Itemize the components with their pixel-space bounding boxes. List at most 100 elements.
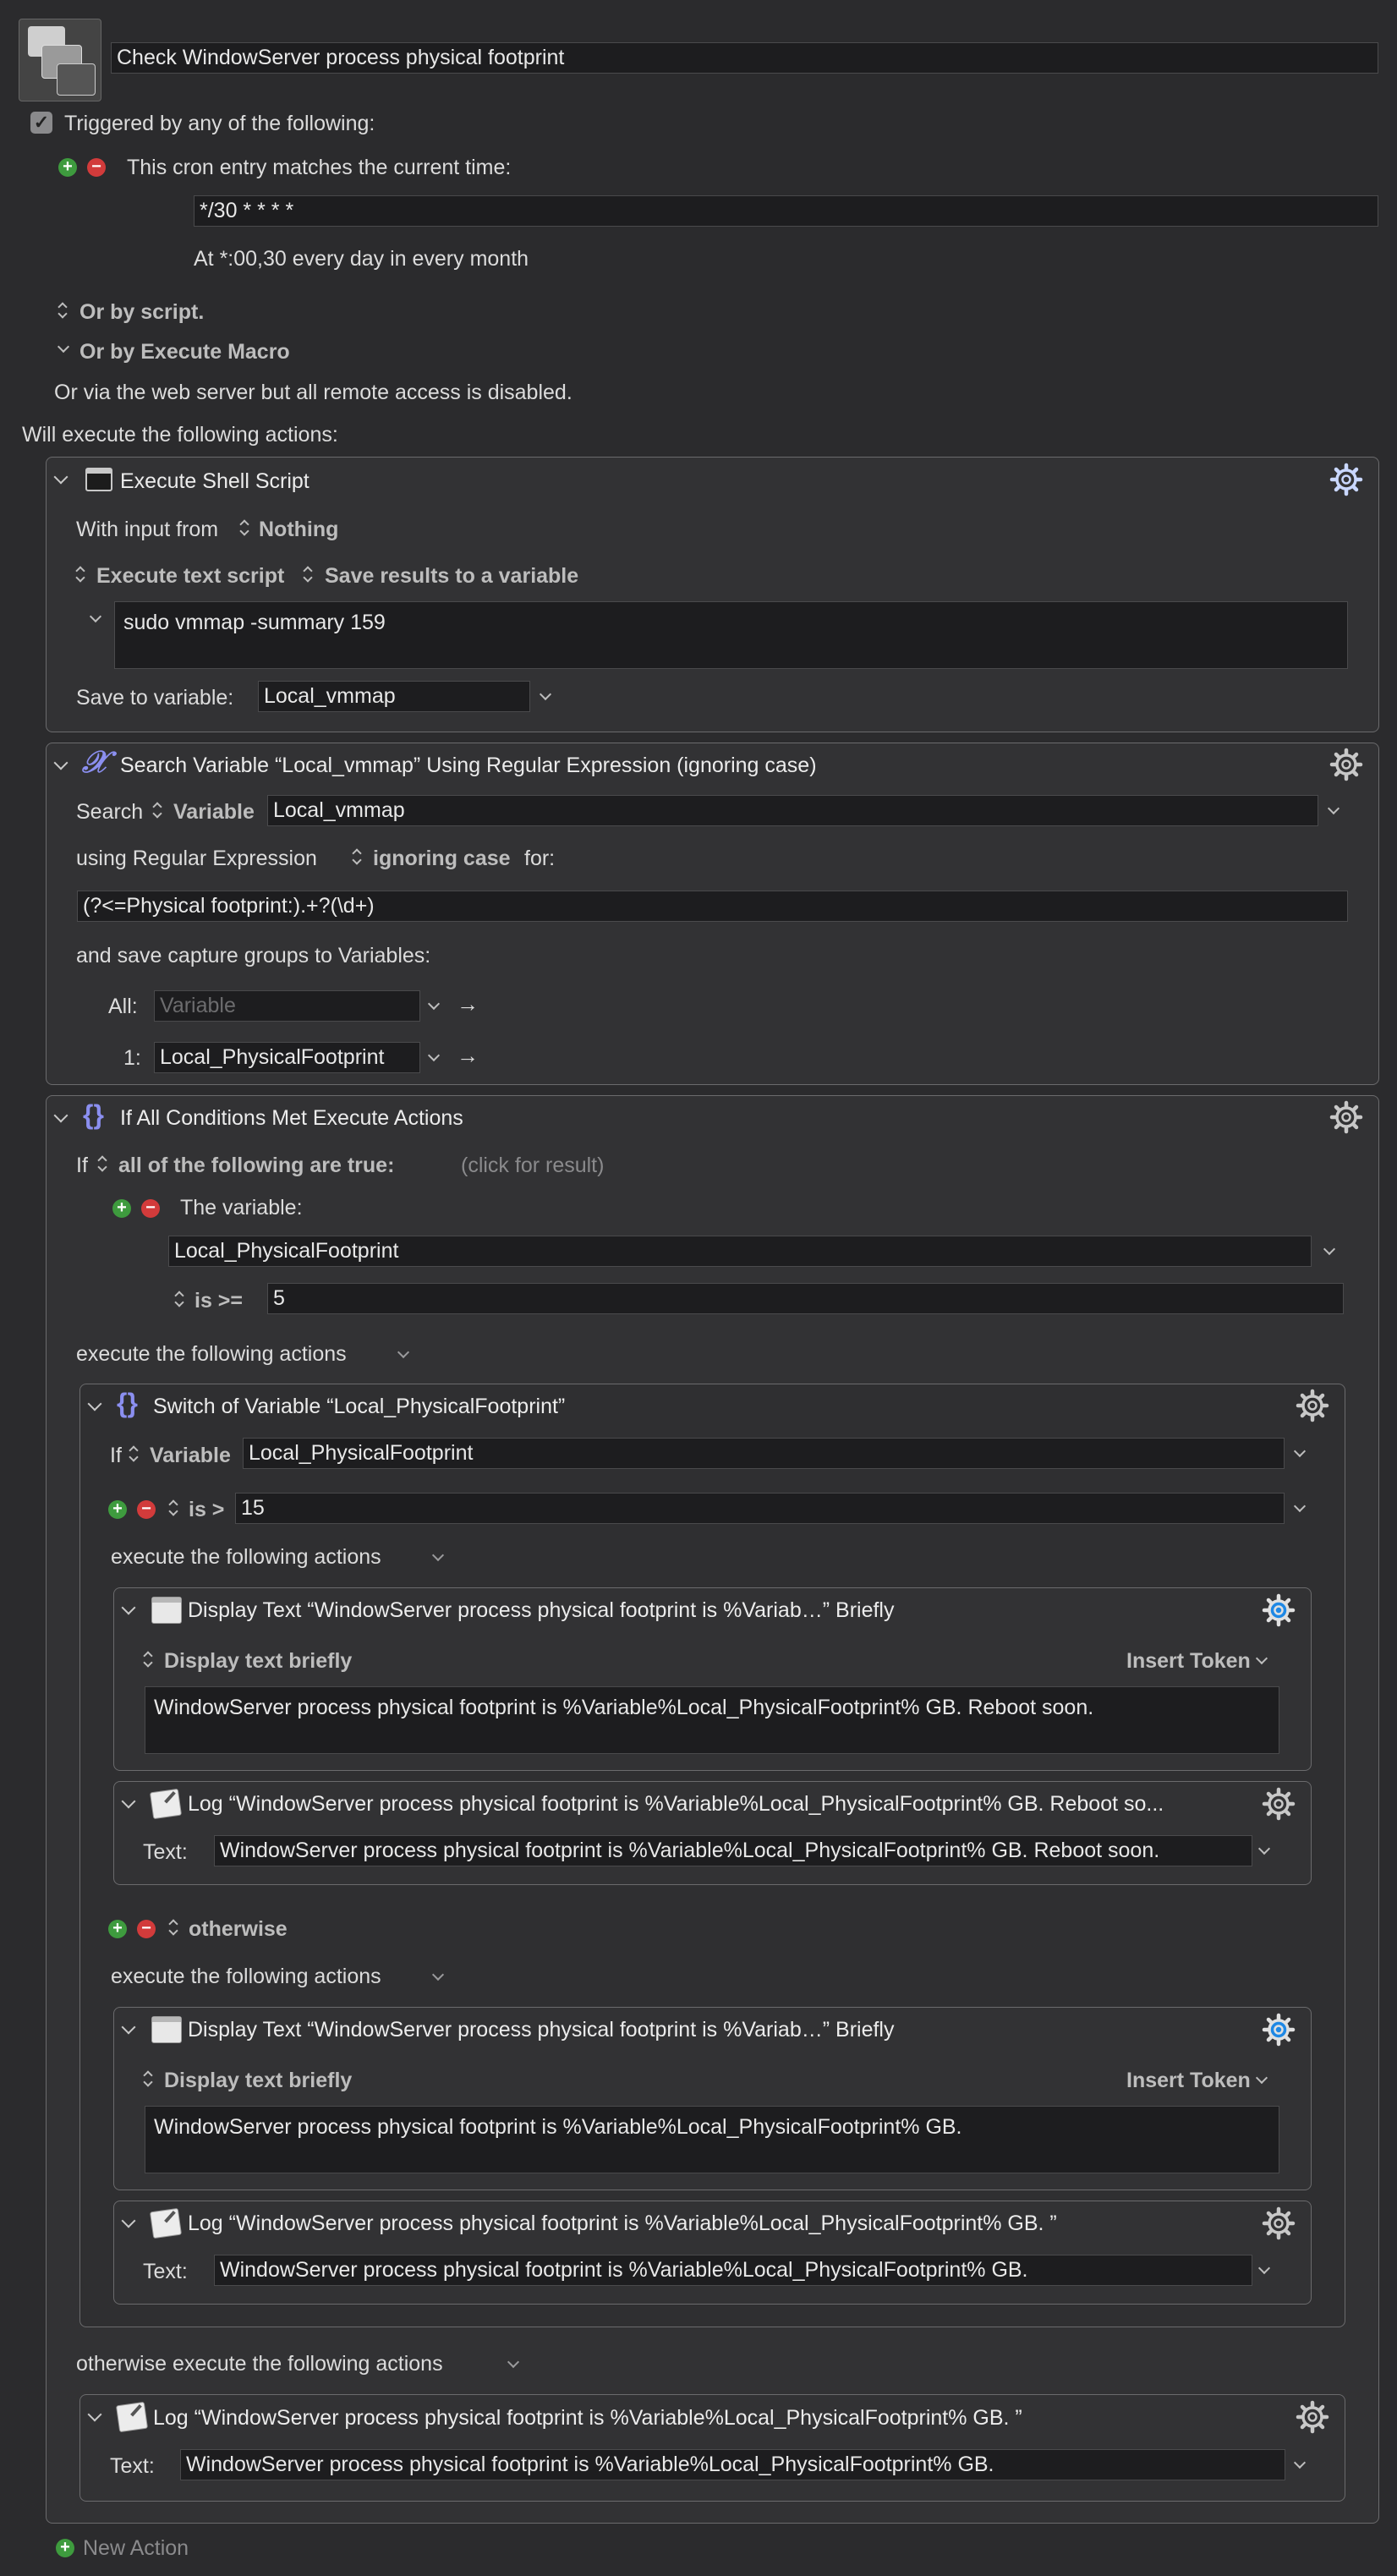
save-to-variable-label: Save to variable: <box>76 686 234 710</box>
case-popup[interactable]: ignoring case <box>373 847 511 871</box>
gear-icon[interactable] <box>1262 2206 1296 2240</box>
group-1-variable-field[interactable]: Local_PhysicalFootprint <box>154 1042 420 1073</box>
click-for-result[interactable]: (click for result) <box>461 1154 604 1178</box>
log-text-label: Text: <box>143 2260 188 2283</box>
execute-mode-popup[interactable]: Execute text script <box>96 564 284 589</box>
new-action-icon[interactable]: + <box>56 2539 74 2557</box>
macro-icon[interactable] <box>19 19 101 101</box>
blue-gear-icon[interactable] <box>1262 2013 1296 2047</box>
action-execute-shell-script[interactable] <box>46 457 1379 732</box>
variable-x-icon: 𝒳 <box>82 744 108 780</box>
chevron-down-icon[interactable] <box>57 340 70 354</box>
case-otherwise-popup-icon[interactable] <box>168 1918 178 1937</box>
cron-entry-field[interactable]: */30 * * * * <box>194 195 1378 227</box>
action-title: Log “WindowServer process physical footp… <box>188 2212 1057 2235</box>
cron-label: This cron entry matches the current time… <box>127 156 512 179</box>
case-value-field[interactable]: 15 <box>235 1493 1285 1524</box>
display-text-editor[interactable]: WindowServer process physical footprint … <box>145 1686 1279 1754</box>
all-group-variable-field[interactable]: Variable <box>154 990 420 1022</box>
display-mode-popup-icon[interactable] <box>143 2069 153 2088</box>
will-execute-label: Will execute the following actions: <box>22 423 338 447</box>
gear-icon[interactable] <box>1262 1787 1296 1821</box>
case-popup-icon[interactable] <box>352 847 362 866</box>
case-execute-label: execute the following actions <box>111 1545 381 1569</box>
blue-gear-icon[interactable] <box>1262 1593 1296 1627</box>
case-otherwise-popup[interactable]: otherwise <box>189 1917 288 1942</box>
clock-gear-icon[interactable] <box>1329 463 1363 496</box>
search-type-popup[interactable]: Variable <box>173 800 255 825</box>
shell-script-editor[interactable]: sudo vmmap -summary 159 <box>114 601 1348 669</box>
remove-case-button[interactable]: − <box>137 1920 156 1938</box>
execute-actions-label: execute the following actions <box>76 1342 347 1366</box>
log-text-field[interactable]: WindowServer process physical footprint … <box>180 2449 1285 2480</box>
save-mode-popup[interactable]: Save results to a variable <box>325 564 578 589</box>
search-variable-field[interactable]: Local_vmmap <box>267 795 1318 826</box>
compare-value-field[interactable]: 5 <box>267 1283 1344 1314</box>
condition-mode-popup[interactable]: all of the following are true: <box>118 1154 394 1178</box>
braces-icon: {} <box>83 1099 104 1130</box>
switch-type-popup[interactable]: Variable <box>150 1444 231 1468</box>
switch-if-label: If <box>110 1444 122 1467</box>
case-operator-popup[interactable]: is > <box>189 1498 224 1522</box>
insert-token-menu[interactable]: Insert Token <box>1126 2069 1251 2093</box>
save-mode-popup-icon[interactable] <box>303 565 313 584</box>
log-icon <box>149 1788 183 1820</box>
display-text-editor[interactable]: WindowServer process physical footprint … <box>145 2106 1279 2173</box>
triggered-checkbox[interactable]: ✓ <box>30 112 52 134</box>
cron-description: At *:00,30 every day in every month <box>194 247 529 271</box>
the-variable-label: The variable: <box>180 1196 303 1219</box>
otherwise-case-execute-label: execute the following actions <box>111 1965 381 1988</box>
input-from-popup[interactable]: Nothing <box>259 518 338 542</box>
action-title: Switch of Variable “Local_PhysicalFootpr… <box>153 1395 566 1418</box>
window-icon <box>151 1597 182 1624</box>
case-operator-popup-icon[interactable] <box>168 1499 178 1517</box>
action-title: Log “WindowServer process physical footp… <box>153 2406 1022 2430</box>
new-action-button[interactable]: New Action <box>83 2536 189 2561</box>
or-by-script-toggle-icon[interactable] <box>58 301 68 320</box>
gear-icon[interactable] <box>1329 748 1363 781</box>
add-case-button[interactable]: + <box>108 1500 127 1519</box>
for-label: for: <box>524 847 556 870</box>
save-variable-field[interactable]: Local_vmmap <box>258 681 530 712</box>
arrow-right-icon[interactable]: → <box>457 991 479 1017</box>
switch-type-popup-icon[interactable] <box>129 1444 139 1463</box>
add-case-button[interactable]: + <box>108 1920 127 1938</box>
action-title: Display Text “WindowServer process physi… <box>188 1598 895 1622</box>
macro-name-field[interactable]: Check WindowServer process physical foot… <box>111 42 1378 74</box>
save-groups-label: and save capture groups to Variables: <box>76 944 431 967</box>
web-server-note: Or via the web server but all remote acc… <box>54 381 572 404</box>
input-from-popup-icon[interactable] <box>239 518 249 537</box>
insert-token-menu[interactable]: Insert Token <box>1126 1649 1251 1674</box>
condition-mode-popup-icon[interactable] <box>97 1154 107 1173</box>
remove-case-button[interactable]: − <box>137 1500 156 1519</box>
add-trigger-button[interactable]: + <box>58 158 77 177</box>
remove-condition-button[interactable]: − <box>141 1199 160 1218</box>
or-by-execute-toggle[interactable]: Or by Execute Macro <box>79 340 290 364</box>
execute-mode-popup-icon[interactable] <box>75 565 85 584</box>
action-title: Display Text “WindowServer process physi… <box>188 2018 895 2042</box>
log-text-field[interactable]: WindowServer process physical footprint … <box>214 1835 1252 1866</box>
if-label: If <box>76 1154 88 1177</box>
arrow-right-icon[interactable]: → <box>457 1043 479 1069</box>
clock-gear-icon[interactable] <box>1329 1100 1363 1134</box>
gear-icon[interactable] <box>1296 2400 1329 2434</box>
action-title: Log “WindowServer process physical footp… <box>188 1792 1164 1816</box>
gear-icon[interactable] <box>1296 1389 1329 1422</box>
search-type-popup-icon[interactable] <box>152 801 162 819</box>
log-text-label: Text: <box>110 2454 155 2478</box>
operator-popup[interactable]: is >= <box>194 1289 243 1313</box>
switch-variable-field[interactable]: Local_PhysicalFootprint <box>243 1438 1285 1469</box>
display-mode-popup[interactable]: Display text briefly <box>164 1649 352 1674</box>
display-mode-popup[interactable]: Display text briefly <box>164 2069 352 2093</box>
action-title: Search Variable “Local_vmmap” Using Regu… <box>120 754 817 777</box>
remove-trigger-button[interactable]: − <box>87 158 106 177</box>
display-mode-popup-icon[interactable] <box>143 1650 153 1669</box>
input-from-label: With input from <box>76 518 219 541</box>
operator-popup-icon[interactable] <box>174 1290 184 1308</box>
condition-variable-field[interactable]: Local_PhysicalFootprint <box>168 1236 1312 1267</box>
log-text-field[interactable]: WindowServer process physical footprint … <box>214 2255 1252 2286</box>
regex-pattern-field[interactable]: (?<=Physical footprint:).+?(\d+) <box>77 891 1348 922</box>
or-by-script-toggle[interactable]: Or by script. <box>79 300 204 325</box>
log-icon <box>115 2401 149 2433</box>
add-condition-button[interactable]: + <box>112 1199 131 1218</box>
